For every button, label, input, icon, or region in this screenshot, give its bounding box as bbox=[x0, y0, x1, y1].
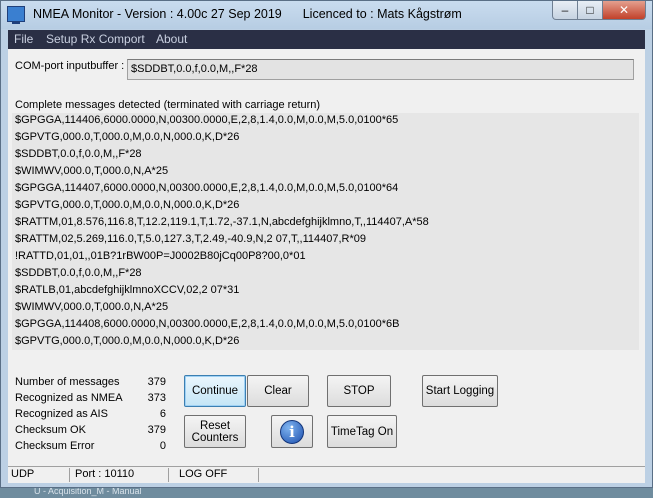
status-log: LOG OFF bbox=[169, 468, 259, 482]
messages-header: Complete messages detected (terminated w… bbox=[15, 99, 321, 111]
menu-bar: File Setup Rx Comport About bbox=[8, 30, 645, 49]
menu-setup-rx-comport[interactable]: Setup Rx Comport bbox=[46, 32, 145, 46]
message-line: $GPVTG,000.0,T,000.0,M,0.0,N,000.0,K,D*2… bbox=[15, 199, 240, 211]
message-line: !RATTD,01,01,,01B?1rBW00P=J0002B80jCq00P… bbox=[15, 250, 306, 262]
inputbuffer-field[interactable]: $SDDBT,0.0,f,0.0,M,,F*28 bbox=[127, 59, 634, 80]
continue-button[interactable]: Continue bbox=[184, 375, 246, 407]
reset-counters-button[interactable]: Reset Counters bbox=[184, 415, 246, 448]
stat-value-nmea: 373 bbox=[147, 392, 166, 404]
licence-text: Licenced to : Mats Kågstrøm bbox=[302, 7, 462, 21]
stat-value-checksum-ok: 379 bbox=[147, 424, 166, 436]
background-window-text: U - Acquisition_M - Manual bbox=[34, 488, 142, 496]
menu-file[interactable]: File bbox=[14, 32, 33, 46]
stat-label-ais: Recognized as AIS bbox=[15, 408, 108, 420]
message-line: $GPGGA,114407,6000.0000,N,00300.0000,E,2… bbox=[15, 182, 399, 194]
info-button[interactable]: i bbox=[271, 415, 313, 448]
messages-list[interactable]: $GPGGA,114406,6000.0000,N,00300.0000,E,2… bbox=[12, 113, 639, 350]
maximize-button[interactable]: □ bbox=[577, 1, 603, 20]
window-title-text: NMEA Monitor - Version : 4.00c 27 Sep 20… bbox=[33, 7, 282, 21]
close-button[interactable]: ✕ bbox=[602, 1, 646, 20]
client-area: File Setup Rx Comport About COM-port inp… bbox=[8, 30, 645, 483]
message-line: $WIMWV,000.0,T,000.0,N,A*25 bbox=[15, 165, 169, 177]
timetag-button[interactable]: TimeTag On bbox=[327, 415, 397, 448]
window-title: NMEA Monitor - Version : 4.00c 27 Sep 20… bbox=[33, 7, 462, 21]
stat-label-messages: Number of messages bbox=[15, 376, 120, 388]
clear-button[interactable]: Clear bbox=[247, 375, 309, 407]
status-port: Port : 10110 bbox=[70, 468, 169, 482]
app-window: NMEA Monitor - Version : 4.00c 27 Sep 20… bbox=[0, 0, 653, 488]
stat-label-checksum-error: Checksum Error bbox=[15, 440, 95, 452]
stat-value-messages: 379 bbox=[147, 376, 166, 388]
status-protocol: UDP bbox=[8, 468, 70, 482]
stat-label-checksum-ok: Checksum OK bbox=[15, 424, 86, 436]
title-bar[interactable]: NMEA Monitor - Version : 4.00c 27 Sep 20… bbox=[1, 1, 652, 29]
message-line: $SDDBT,0.0,f,0.0,M,,F*28 bbox=[15, 148, 142, 160]
info-icon: i bbox=[280, 419, 304, 444]
menu-about[interactable]: About bbox=[156, 32, 187, 46]
minimize-button[interactable]: – bbox=[552, 1, 578, 20]
stat-label-nmea: Recognized as NMEA bbox=[15, 392, 123, 404]
monitor-icon bbox=[7, 6, 25, 24]
message-line: $GPGGA,114406,6000.0000,N,00300.0000,E,2… bbox=[15, 114, 399, 126]
stat-value-checksum-error: 0 bbox=[159, 440, 166, 452]
message-line: $GPGGA,114408,6000.0000,N,00300.0000,E,2… bbox=[15, 318, 400, 330]
message-line: $RATTM,01,8.576,116.8,T,12.2,119.1,T,1.7… bbox=[15, 216, 429, 228]
message-line: $WIMWV,000.0,T,000.0,N,A*25 bbox=[15, 301, 169, 313]
stop-button[interactable]: STOP bbox=[327, 375, 391, 407]
message-line: $RATTM,02,5.269,116.0,T,5.0,127.3,T,2.49… bbox=[15, 233, 367, 245]
inputbuffer-label: COM-port inputbuffer : bbox=[15, 60, 125, 72]
start-logging-button[interactable]: Start Logging bbox=[422, 375, 498, 407]
background-window-strip: U - Acquisition_M - Manual bbox=[0, 488, 653, 498]
message-line: $GPVTG,000.0,T,000.0,M,0.0,N,000.0,K,D*2… bbox=[15, 131, 240, 143]
stat-value-ais: 6 bbox=[159, 408, 166, 420]
status-bar: UDP Port : 10110 LOG OFF bbox=[8, 466, 645, 483]
message-line: $GPVTG,000.0,T,000.0,M,0.0,N,000.0,K,D*2… bbox=[15, 335, 240, 347]
message-line: $SDDBT,0.0,f,0.0,M,,F*28 bbox=[15, 267, 142, 279]
message-line: $RATLB,01,abcdefghijklmnoXCCV,02,2 07*31 bbox=[15, 284, 240, 296]
